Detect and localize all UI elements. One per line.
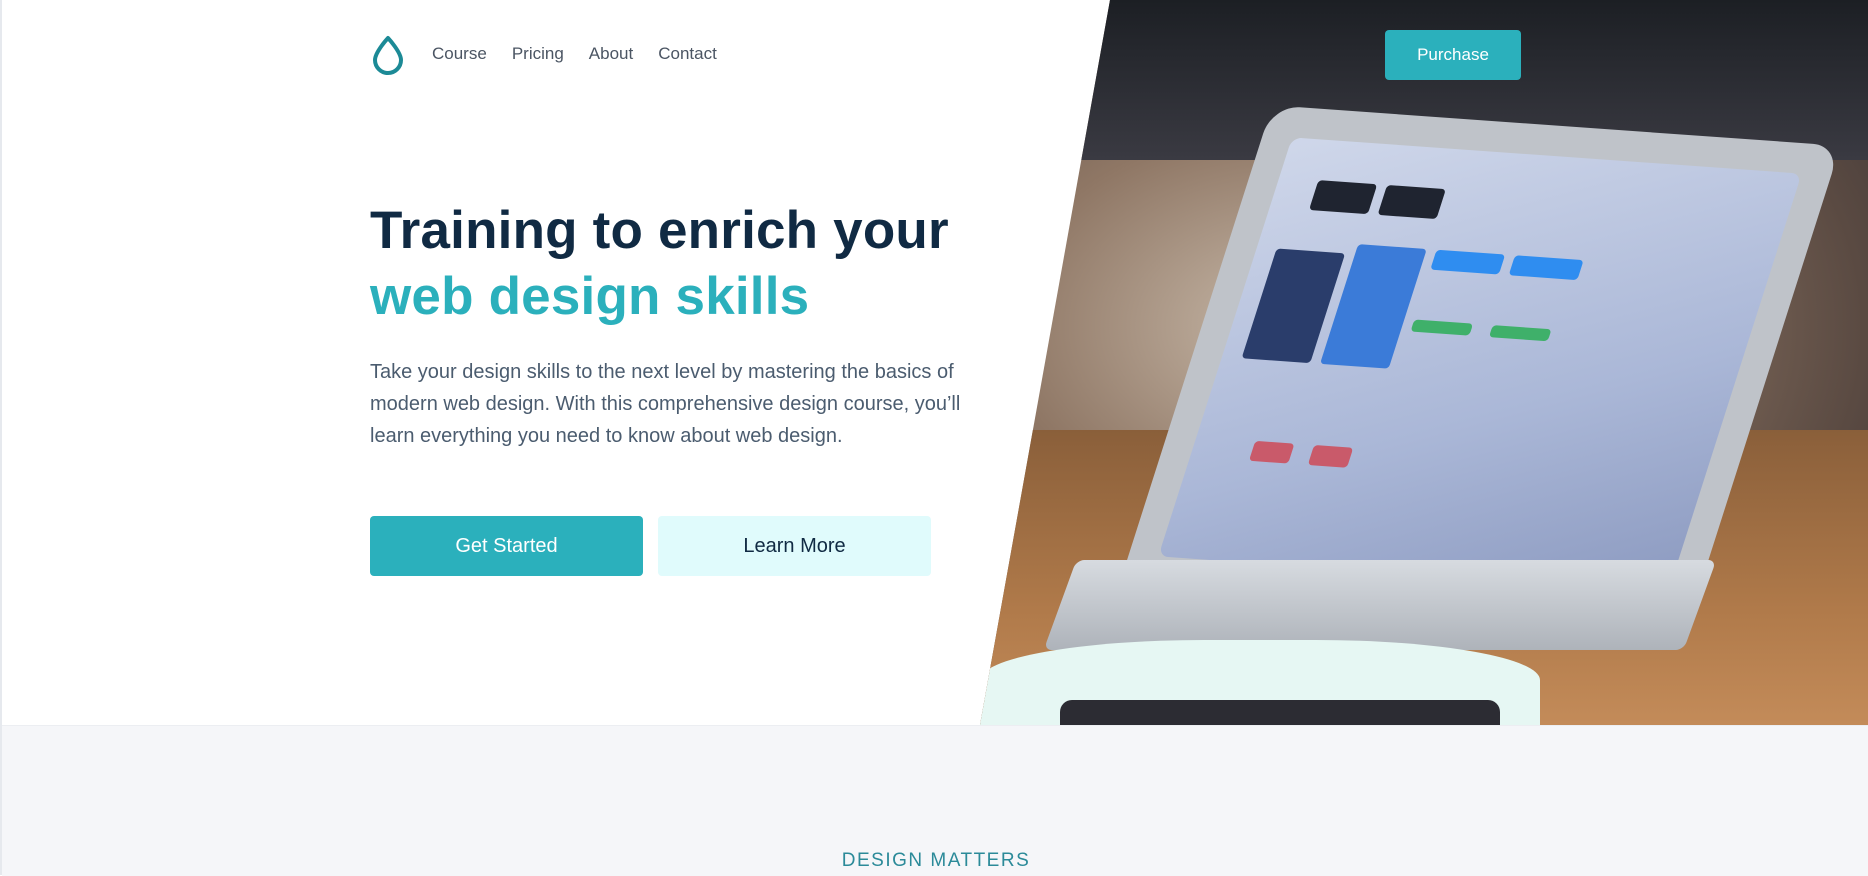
screen-block [1508, 255, 1584, 281]
screen-block [1307, 445, 1354, 468]
learn-more-button[interactable]: Learn More [658, 516, 931, 576]
screen-block [1377, 184, 1446, 220]
screen-block [1308, 180, 1378, 215]
hero-title-accent: web design skills [370, 267, 810, 326]
droplet-icon[interactable] [370, 35, 406, 75]
screen-block [1430, 249, 1506, 275]
main-nav: Course Pricing About Contact [432, 44, 717, 64]
hero-title-line1: Training to enrich your [370, 201, 949, 260]
nav-link-course[interactable]: Course [432, 44, 487, 64]
hero-laptop-image [980, 0, 1868, 725]
screen-block [1488, 325, 1552, 342]
nav-link-pricing[interactable]: Pricing [512, 44, 564, 64]
get-started-button[interactable]: Get Started [370, 516, 643, 576]
section-eyebrow: DESIGN MATTERS [841, 850, 1031, 871]
nav-link-about[interactable]: About [589, 44, 633, 64]
hero-title: Training to enrich your web design skill… [370, 198, 949, 330]
image-phone [1060, 700, 1500, 725]
purchase-button[interactable]: Purchase [1385, 30, 1521, 80]
screen-block [1410, 319, 1474, 336]
hero-description: Take your design skills to the next leve… [370, 361, 961, 447]
hero-section: Course Pricing About Contact Purchase Tr… [2, 0, 1868, 725]
screen-block [1248, 440, 1295, 464]
nav-link-contact[interactable]: Contact [658, 44, 717, 64]
laptop-keyboard [1043, 560, 1717, 650]
design-matters-section: DESIGN MATTERS [2, 725, 1868, 876]
